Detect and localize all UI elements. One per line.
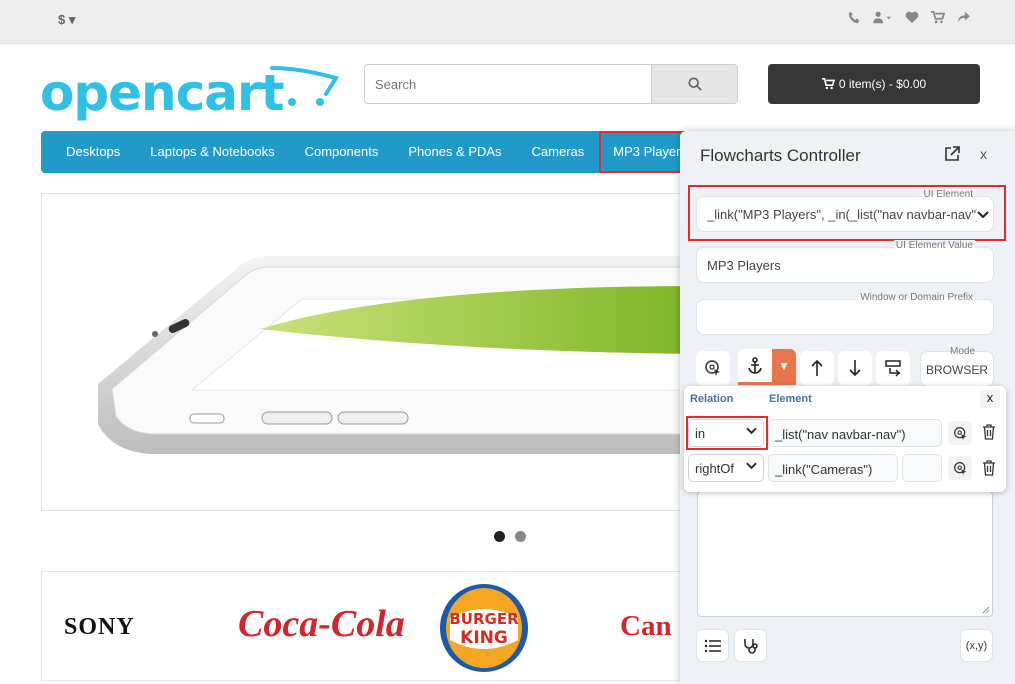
heart-icon[interactable]	[905, 11, 919, 27]
relation-element-2[interactable]: _link("Cameras")	[768, 454, 898, 482]
brand-coca-cola[interactable]: Coca-Cola	[238, 602, 405, 646]
anchor-dropdown-button[interactable]: ▼	[772, 349, 796, 382]
ui-element-select[interactable]: UI Element _link("MP3 Players", _in(_lis…	[696, 189, 994, 232]
panel-title: Flowcharts Controller	[700, 146, 861, 165]
relations-popup: Relation Element x in _list("nav navbar-…	[684, 386, 1006, 492]
burger-king-top: BURGER	[449, 610, 519, 628]
main-nav: Desktops Laptops & Notebooks Components …	[41, 131, 701, 173]
ui-value-text: MP3 Players	[707, 258, 781, 273]
iphone-image	[98, 256, 700, 454]
trash-icon	[983, 460, 995, 476]
site-logo[interactable]: opencart	[40, 62, 340, 126]
list-icon	[704, 639, 721, 652]
nav-item-phones[interactable]: Phones & PDAs	[393, 131, 516, 173]
brand-burger-king[interactable]: BURGER KING	[438, 582, 530, 674]
relation-select-2[interactable]: rightOf	[688, 454, 764, 482]
top-bar: $ ▾	[0, 0, 1015, 44]
pick-relation-2-button[interactable]	[948, 456, 972, 480]
search-button[interactable]	[651, 65, 737, 103]
brand-canon[interactable]: Can	[620, 610, 672, 643]
trash-icon	[983, 424, 995, 440]
relation-extra-2[interactable]	[902, 454, 942, 482]
phone-icon[interactable]	[848, 11, 861, 27]
prefix-field[interactable]: Window or Domain Prefix	[696, 292, 994, 335]
element-header: Element	[769, 393, 812, 405]
relation-value-2: rightOf	[695, 461, 735, 476]
cart-label: 0 item(s) - $0.00	[838, 77, 927, 91]
logo-cart-icon	[270, 66, 340, 106]
relation-header: Relation	[690, 393, 734, 405]
anchor-icon	[748, 356, 762, 374]
list-view-button[interactable]	[696, 629, 729, 662]
share-icon[interactable]	[957, 11, 971, 27]
delete-relation-2-button[interactable]	[982, 460, 996, 481]
nav-item-desktops[interactable]: Desktops	[51, 131, 135, 173]
hero-slider[interactable]	[41, 193, 701, 511]
move-up-button[interactable]	[800, 351, 834, 385]
mode-label: Mode	[949, 346, 975, 357]
anchor-button[interactable]	[738, 349, 772, 382]
ui-value-field[interactable]: UI Element Value MP3 Players	[696, 240, 994, 283]
pointer-target-icon	[705, 360, 720, 376]
cart-icon	[821, 78, 835, 90]
cart-icon[interactable]	[931, 11, 946, 27]
logo-text: opencart	[40, 64, 285, 122]
top-links	[848, 11, 971, 27]
brand-sony[interactable]: SONY	[64, 614, 135, 641]
arrow-down-icon	[849, 360, 861, 377]
delete-relation-1-button[interactable]	[982, 424, 996, 445]
arrow-up-icon	[811, 359, 823, 376]
nav-item-components[interactable]: Components	[290, 131, 394, 173]
move-down-button[interactable]	[838, 351, 872, 385]
insert-step-button[interactable]	[876, 351, 910, 385]
insert-step-icon	[885, 360, 901, 377]
ui-value-label: UI Element Value	[893, 240, 975, 251]
account-icon[interactable]	[873, 11, 893, 27]
chevron-down-icon	[746, 461, 757, 473]
diagnostics-button[interactable]	[734, 629, 767, 662]
anchor-button-group[interactable]: ▼	[738, 349, 796, 385]
panel-close-button[interactable]: x	[980, 146, 987, 162]
relation-highlight	[686, 416, 768, 450]
slider-dot-2[interactable]	[515, 531, 526, 542]
prefix-label: Window or Domain Prefix	[858, 292, 975, 303]
chevron-down-icon	[977, 211, 989, 219]
external-link-icon[interactable]	[943, 145, 961, 163]
mode-value: BROWSER	[925, 363, 988, 377]
currency-dropdown[interactable]: $ ▾	[58, 12, 75, 28]
mode-selector[interactable]: Mode BROWSER	[920, 346, 994, 387]
nav-item-laptops[interactable]: Laptops & Notebooks	[135, 131, 289, 173]
coordinates-button[interactable]: (x,y)	[960, 629, 993, 662]
brand-carousel: SONY Coca-Cola BURGER KING Can	[41, 571, 701, 681]
nav-item-cameras[interactable]: Cameras	[517, 131, 600, 173]
search-icon	[687, 77, 702, 91]
search-box	[364, 64, 738, 104]
search-input[interactable]	[365, 65, 653, 103]
ui-element-label: UI Element	[921, 189, 975, 200]
pick-relation-1-button[interactable]	[948, 421, 972, 445]
ui-element-value: _link("MP3 Players", _in(_list("nav navb…	[707, 207, 977, 222]
slider-dot-1[interactable]	[494, 531, 505, 542]
script-textarea[interactable]	[697, 491, 993, 617]
burger-king-bottom: KING	[460, 628, 508, 648]
cart-button[interactable]: 0 item(s) - $0.00	[768, 64, 980, 104]
stethoscope-icon	[743, 638, 758, 654]
pick-element-button[interactable]	[696, 351, 730, 385]
relations-close-button[interactable]: x	[980, 390, 1000, 408]
relation-element-1[interactable]: _list("nav navbar-nav")	[768, 419, 942, 447]
resize-handle-icon[interactable]	[982, 606, 990, 614]
pointer-target-icon	[953, 461, 966, 475]
slider-dots	[494, 531, 526, 542]
pointer-target-icon	[953, 426, 966, 440]
